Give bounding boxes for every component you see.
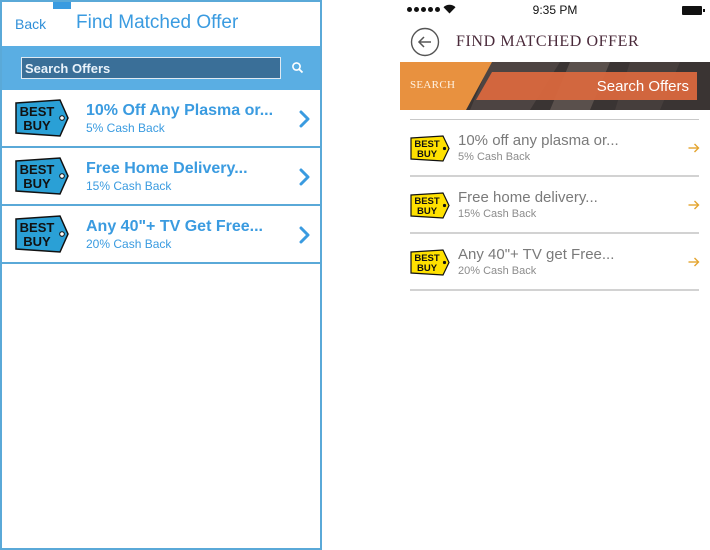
logo-text-line2: BUY [23, 118, 51, 133]
offer-title: 10% Off Any Plasma or... [86, 102, 274, 119]
offer-row[interactable]: BEST BUY Any 40"+ TV Get Free... 20% Cas… [2, 206, 320, 264]
arrow-right-icon[interactable] [688, 200, 700, 210]
bestbuy-logo: BEST BUY [410, 135, 450, 162]
back-arrow-icon[interactable] [410, 27, 440, 57]
mockup-screen: 9:35 PM FIND MATCHED OFFER SEARCH BEST B… [400, 0, 710, 550]
offer-row[interactable]: BEST BUY 10% off any plasma or... 5% Cas… [410, 120, 700, 177]
status-bar: 9:35 PM [400, 0, 710, 20]
offer-row[interactable]: BEST BUY Free home delivery... 15% Cash … [410, 177, 700, 234]
offer-title: Free Home Delivery... [86, 160, 248, 177]
offer-cashback: 20% Cash Back [86, 237, 172, 251]
offer-title: Any 40"+ TV Get Free... [86, 218, 263, 235]
offer-cashback: 15% Cash Back [458, 208, 537, 220]
logo-text-line2: BUY [417, 206, 438, 217]
logo-text-line2: BUY [417, 149, 438, 160]
battery-icon [682, 6, 705, 15]
page-title: Find Matched Offer [76, 12, 239, 33]
offer-row[interactable]: BEST BUY 10% Off Any Plasma or... 5% Cas… [2, 90, 320, 148]
search-input[interactable] [480, 72, 697, 100]
search-icon[interactable] [291, 61, 305, 75]
bestbuy-logo: BEST BUY [410, 192, 450, 219]
arrow-right-icon[interactable] [688, 143, 700, 153]
offer-title: Any 40"+ TV get Free... [458, 246, 615, 263]
offer-title: 10% off any plasma or... [458, 132, 619, 149]
bestbuy-logo: BEST BUY [410, 249, 450, 276]
arrow-right-icon[interactable] [688, 257, 700, 267]
offer-title: Free home delivery... [458, 189, 598, 206]
offer-cashback: 5% Cash Back [86, 121, 165, 135]
status-time: 9:35 PM [532, 3, 578, 17]
logo-text-line2: BUY [417, 263, 438, 274]
logo-text-line1: BEST [20, 104, 55, 119]
logo-text-line1: BEST [20, 162, 55, 177]
tab-marker [53, 2, 71, 9]
search-banner: SEARCH [400, 62, 710, 110]
page-title: FIND MATCHED OFFER [456, 33, 640, 50]
offer-row[interactable]: BEST BUY Any 40"+ TV get Free... 20% Cas… [410, 234, 700, 291]
wireframe-screen: Back Find Matched Offer BEST BUY 10% Off… [0, 0, 322, 550]
offer-list: BEST BUY 10% Off Any Plasma or... 5% Cas… [2, 90, 320, 264]
bestbuy-logo: BEST BUY [15, 99, 69, 137]
search-input[interactable] [21, 57, 281, 79]
chevron-right-icon[interactable] [298, 226, 310, 244]
back-button[interactable]: Back [15, 16, 46, 32]
logo-text-line2: BUY [23, 234, 51, 249]
chevron-right-icon[interactable] [298, 110, 310, 128]
logo-text-line1: BEST [20, 220, 55, 235]
offer-cashback: 5% Cash Back [458, 151, 531, 163]
search-label: SEARCH [410, 79, 456, 91]
header: Back Find Matched Offer [2, 2, 320, 46]
chevron-right-icon[interactable] [298, 168, 310, 186]
offer-list: BEST BUY 10% off any plasma or... 5% Cas… [410, 119, 700, 291]
offer-row[interactable]: BEST BUY Free Home Delivery... 15% Cash … [2, 148, 320, 206]
bestbuy-logo: BEST BUY [15, 215, 69, 253]
search-bar [2, 46, 320, 90]
offer-cashback: 20% Cash Back [458, 265, 537, 277]
bestbuy-logo: BEST BUY [15, 157, 69, 195]
offer-cashback: 15% Cash Back [86, 179, 172, 193]
logo-text-line2: BUY [23, 176, 51, 191]
